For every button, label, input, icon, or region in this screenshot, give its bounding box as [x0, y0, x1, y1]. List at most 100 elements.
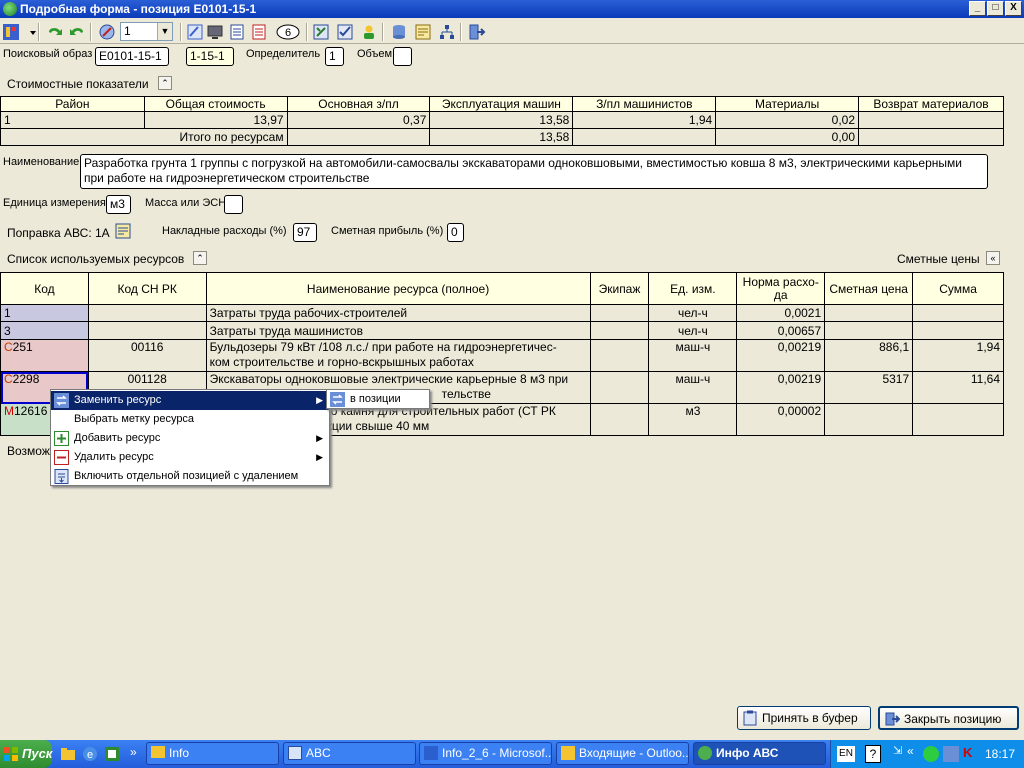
cost-cell-materials[interactable]: 0,02	[715, 111, 859, 129]
profit-field[interactable]: 0	[447, 223, 464, 242]
menu-item-include-separate[interactable]: Включить отдельной позицией с удалением	[51, 467, 329, 486]
maximize-button[interactable]: □	[987, 1, 1004, 16]
res-cn[interactable]	[87, 304, 207, 322]
tray-tools-icon[interactable]: ⇲	[893, 744, 902, 757]
accept-buffer-button[interactable]: Принять в буфер	[737, 706, 871, 730]
search-code2-field[interactable]: 1-15-1	[186, 47, 234, 66]
database-icon[interactable]	[390, 23, 408, 41]
quicklaunch-app-icon[interactable]	[104, 746, 120, 762]
collapse-up-icon[interactable]: ⌃	[193, 251, 207, 265]
monitor-icon[interactable]	[206, 23, 224, 41]
res-crew[interactable]	[589, 321, 650, 340]
checklist-icon[interactable]	[336, 23, 354, 41]
res-cn[interactable]	[87, 321, 207, 340]
res-header-price[interactable]: Сметная цена	[824, 272, 914, 305]
quicklaunch-more-icon[interactable]: »	[130, 745, 137, 759]
correction-settings-icon[interactable]	[115, 223, 131, 239]
calculator-icon[interactable]	[312, 23, 330, 41]
taskbar-item-info-abc[interactable]: Инфо АВС	[693, 742, 826, 765]
res-norm[interactable]: 0,00002	[736, 403, 826, 436]
number-circle-icon[interactable]: 6	[276, 23, 300, 41]
table-row[interactable]: 3 Затраты труда машинистов чел-ч 0,00657	[0, 321, 1004, 340]
res-code[interactable]: 3	[0, 321, 89, 340]
table-row[interactable]: С251 00116 Бульдозеры 79 кВт /108 л.с./ …	[0, 339, 1004, 372]
res-header-unit[interactable]: Ед. изм.	[648, 272, 738, 305]
antivirus-icon[interactable]: K	[963, 745, 972, 760]
double-chevron-left-icon[interactable]: «	[986, 251, 1000, 265]
report-icon[interactable]	[414, 23, 432, 41]
res-crew[interactable]	[589, 371, 650, 404]
taskbar-item-info[interactable]: Info	[146, 742, 279, 765]
res-unit[interactable]: чел-ч	[648, 304, 738, 322]
taskbar-item-abc[interactable]: ABC	[283, 742, 416, 765]
res-price[interactable]	[824, 304, 914, 322]
cost-cell-return[interactable]	[858, 111, 1004, 129]
volume-field[interactable]	[393, 47, 412, 66]
res-crew[interactable]	[589, 339, 650, 372]
res-price[interactable]	[824, 321, 914, 340]
res-header-code[interactable]: Код	[0, 272, 89, 305]
res-unit[interactable]: м3	[648, 403, 738, 436]
res-sum[interactable]	[912, 304, 1004, 322]
res-sum[interactable]	[912, 321, 1004, 340]
res-header-cn[interactable]: Код СН РК	[87, 272, 207, 305]
quicklaunch-browser-icon[interactable]: e	[82, 746, 98, 762]
tray-status-icon[interactable]	[923, 746, 939, 762]
res-name[interactable]: Затраты труда машинистов	[205, 321, 591, 340]
table-row[interactable]: 1 Затраты труда рабочих-строителей чел-ч…	[0, 304, 1004, 322]
res-price[interactable]: 5317	[824, 371, 914, 404]
cost-cell-operators[interactable]: 1,94	[572, 111, 717, 129]
level-select[interactable]: 1 ▼	[120, 22, 173, 41]
res-norm[interactable]: 0,00219	[736, 371, 826, 404]
res-header-crew[interactable]: Экипаж	[589, 272, 650, 305]
tray-expand-icon[interactable]: «	[907, 744, 914, 758]
res-code[interactable]: 1	[0, 304, 89, 322]
edit-form-icon[interactable]	[186, 23, 204, 41]
res-norm[interactable]: 0,00657	[736, 321, 826, 340]
res-norm[interactable]: 0,00219	[736, 339, 826, 372]
help-icon[interactable]: ?	[865, 745, 881, 763]
res-price[interactable]	[824, 403, 914, 436]
cost-cell-region[interactable]: 1	[0, 111, 145, 129]
overhead-field[interactable]: 97	[293, 223, 317, 242]
res-header-sum[interactable]: Сумма	[912, 272, 1004, 305]
forward-arrow-icon[interactable]	[68, 23, 86, 41]
mass-field[interactable]	[224, 195, 243, 214]
exit-icon[interactable]	[468, 23, 486, 41]
res-sum[interactable]: 1,94	[912, 339, 1004, 372]
res-sum[interactable]	[912, 403, 1004, 436]
res-unit[interactable]: маш-ч	[648, 339, 738, 372]
res-crew[interactable]	[589, 304, 650, 322]
menu-item-delete-resource[interactable]: Удалить ресурс ▶	[51, 448, 329, 467]
back-arrow-icon[interactable]	[46, 23, 64, 41]
red-document-icon[interactable]	[250, 23, 268, 41]
minimize-button[interactable]: _	[969, 1, 986, 16]
compass-icon[interactable]	[98, 23, 116, 41]
cost-cell-wage[interactable]: 0,37	[286, 111, 431, 129]
taskbar-item-outlook[interactable]: Входящие - Outloo...	[556, 742, 689, 765]
cost-cell-total[interactable]: 13,97	[143, 111, 288, 129]
document-icon[interactable]	[228, 23, 246, 41]
res-unit[interactable]: чел-ч	[648, 321, 738, 340]
res-name[interactable]: Бульдозеры 79 кВт /108 л.с./ при работе …	[205, 339, 591, 372]
res-norm[interactable]: 0,0021	[736, 304, 826, 322]
tray-network-icon[interactable]	[943, 746, 959, 762]
search-code-field[interactable]: E0101-15-1	[95, 47, 169, 66]
res-price[interactable]: 886,1	[824, 339, 914, 372]
collapse-up-icon[interactable]: ⌃	[158, 76, 172, 90]
res-crew[interactable]	[589, 403, 650, 436]
user-icon[interactable]	[360, 23, 378, 41]
quicklaunch-folder-icon[interactable]	[60, 746, 76, 762]
res-header-name[interactable]: Наименование ресурса (полное)	[205, 272, 591, 305]
determinant-field[interactable]: 1	[325, 47, 344, 66]
language-indicator[interactable]: EN	[837, 746, 855, 762]
close-button[interactable]: X	[1005, 1, 1022, 16]
res-name[interactable]: Затраты труда рабочих-строителей	[205, 304, 591, 322]
res-cn[interactable]: 00116	[87, 339, 207, 372]
res-header-norm[interactable]: Норма расхо- да	[736, 272, 826, 305]
cost-cell-machines[interactable]: 13,58	[429, 111, 574, 129]
tree-icon[interactable]	[438, 23, 456, 41]
taskbar-item-word[interactable]: Info_2_6 - Microsof...	[419, 742, 552, 765]
app-menu-icon[interactable]	[2, 23, 20, 41]
menu-item-add-resource[interactable]: Добавить ресурс ▶	[51, 429, 329, 448]
